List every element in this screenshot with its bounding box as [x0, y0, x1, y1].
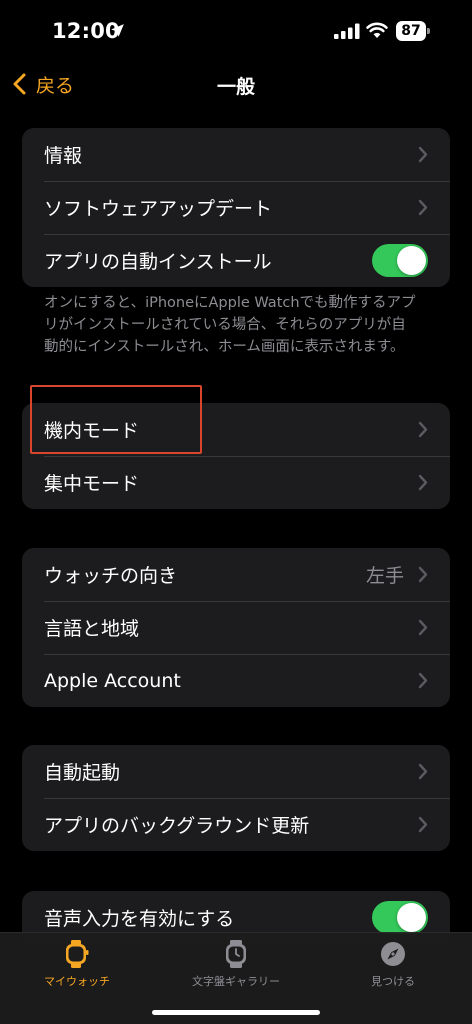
row-label: アプリの自動インストール	[44, 251, 272, 273]
row-about[interactable]: 情報	[22, 128, 450, 181]
tab-my-watch[interactable]: マイウォッチ	[2, 939, 152, 989]
row-watch-orientation[interactable]: ウォッチの向き 左手	[22, 548, 450, 601]
row-label: ソフトウェアアップデート	[44, 198, 273, 220]
auto-install-toggle[interactable]	[372, 244, 428, 277]
chevron-right-icon	[418, 763, 428, 780]
chevron-right-icon	[418, 566, 428, 583]
chevron-right-icon	[418, 474, 428, 491]
battery-level: 87	[396, 21, 426, 41]
battery-tip	[427, 28, 430, 34]
tab-label: 文字盤ギャラリー	[192, 975, 280, 988]
tab-label: マイウォッチ	[44, 975, 110, 988]
row-label: 音声入力を有効にする	[44, 908, 235, 930]
settings-group-region: ウォッチの向き 左手 言語と地域 Apple Account	[22, 548, 450, 707]
row-label: 言語と地域	[44, 618, 140, 640]
toggle-knob	[397, 246, 426, 275]
row-software-update[interactable]: ソフトウェアアップデート	[22, 181, 450, 234]
settings-group-apps: 自動起動 アプリのバックグラウンド更新	[22, 745, 450, 851]
row-apple-account[interactable]: Apple Account	[22, 654, 450, 707]
row-label: 集中モード	[44, 473, 140, 495]
compass-icon	[381, 942, 405, 966]
row-label: 情報	[44, 145, 83, 167]
dictation-toggle[interactable]	[372, 901, 428, 934]
row-background-refresh[interactable]: アプリのバックグラウンド更新	[22, 798, 450, 851]
row-auto-launch[interactable]: 自動起動	[22, 745, 450, 798]
wifi-icon	[366, 22, 388, 38]
row-label: アプリのバックグラウンド更新	[44, 815, 310, 837]
chevron-right-icon	[418, 672, 428, 689]
location-arrow-icon	[111, 24, 124, 37]
tab-face-gallery[interactable]: 文字盤ギャラリー	[161, 939, 311, 989]
settings-group-general-info: 情報 ソフトウェアアップデート アプリの自動インストール	[22, 128, 450, 287]
row-label: Apple Account	[44, 669, 181, 692]
page-title: 一般	[216, 76, 255, 98]
status-bar: 12:00 87	[0, 0, 472, 62]
row-label: ウォッチの向き	[44, 565, 178, 587]
row-language-region[interactable]: 言語と地域	[22, 601, 450, 654]
tab-discover[interactable]: 見つける	[318, 939, 468, 989]
watch-face-icon	[226, 940, 246, 968]
home-indicator	[152, 1010, 320, 1015]
toggle-knob	[397, 903, 426, 932]
row-auto-app-install: アプリの自動インストール	[22, 234, 450, 287]
chevron-right-icon	[418, 619, 428, 636]
highlight-annotation-box	[30, 385, 202, 454]
row-focus-mode[interactable]: 集中モード	[22, 456, 450, 509]
chevron-right-icon	[418, 146, 428, 163]
navigation-bar: 戻る 一般	[0, 62, 472, 106]
chevron-right-icon	[418, 816, 428, 833]
cellular-signal-icon	[334, 23, 360, 39]
tab-label: 見つける	[371, 975, 415, 988]
auto-install-footnote: オンにすると、iPhoneにApple Watchでも動作するアプリがインストー…	[44, 295, 416, 355]
chevron-right-icon	[418, 421, 428, 438]
watch-icon	[66, 940, 89, 968]
row-value: 左手	[365, 565, 404, 587]
chevron-right-icon	[418, 199, 428, 216]
battery-indicator: 87	[396, 21, 430, 41]
row-label: 自動起動	[44, 762, 121, 784]
